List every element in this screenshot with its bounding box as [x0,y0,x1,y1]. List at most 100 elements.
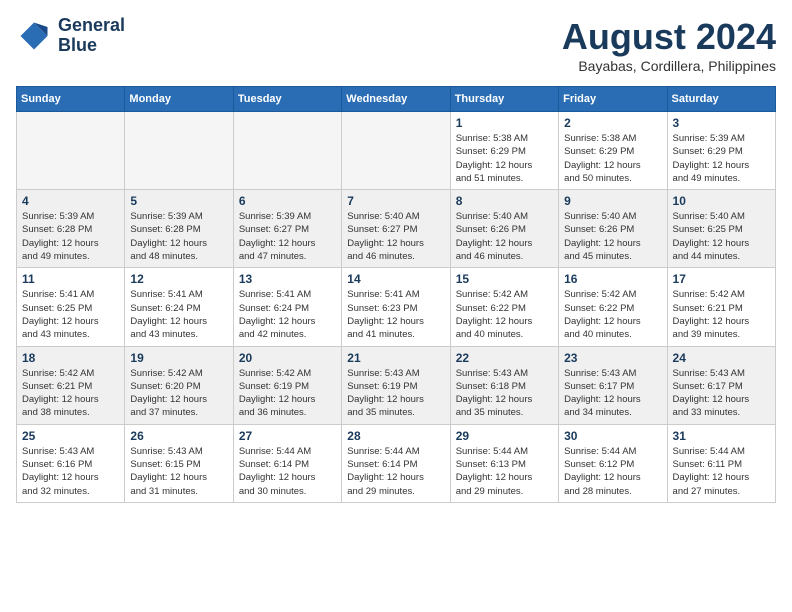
day-cell-8: 8 Sunrise: 5:40 AM Sunset: 6:26 PM Daylig… [450,190,558,268]
day-number: 22 [456,351,553,365]
day-number: 14 [347,272,444,286]
day-info: Sunrise: 5:40 AM Sunset: 6:26 PM Dayligh… [564,210,661,263]
logo: General Blue [16,16,125,56]
day-info: Sunrise: 5:42 AM Sunset: 6:21 PM Dayligh… [22,367,119,420]
day-info: Sunrise: 5:42 AM Sunset: 6:21 PM Dayligh… [673,288,770,341]
weekday-header-monday: Monday [125,87,233,112]
day-info: Sunrise: 5:44 AM Sunset: 6:14 PM Dayligh… [239,445,336,498]
day-info: Sunrise: 5:42 AM Sunset: 6:22 PM Dayligh… [564,288,661,341]
weekday-header-thursday: Thursday [450,87,558,112]
calendar-title: August 2024 [562,16,776,58]
day-info: Sunrise: 5:44 AM Sunset: 6:11 PM Dayligh… [673,445,770,498]
day-cell-10: 10Sunrise: 5:40 AM Sunset: 6:25 PM Dayli… [667,190,775,268]
empty-cell [233,112,341,190]
day-cell-7: 7 Sunrise: 5:40 AM Sunset: 6:27 PM Daylig… [342,190,450,268]
day-info: Sunrise: 5:39 AM Sunset: 6:28 PM Dayligh… [130,210,227,263]
day-cell-22: 22 Sunrise: 5:43 AM Sunset: 6:18 PM Dayli… [450,346,558,424]
day-number: 25 [22,429,119,443]
day-info: Sunrise: 5:39 AM Sunset: 6:28 PM Dayligh… [22,210,119,263]
day-number: 12 [130,272,227,286]
logo-icon [16,18,52,54]
weekday-header-friday: Friday [559,87,667,112]
day-info: Sunrise: 5:43 AM Sunset: 6:17 PM Dayligh… [673,367,770,420]
day-info: Sunrise: 5:41 AM Sunset: 6:25 PM Dayligh… [22,288,119,341]
day-info: Sunrise: 5:43 AM Sunset: 6:18 PM Dayligh… [456,367,553,420]
day-info: Sunrise: 5:40 AM Sunset: 6:27 PM Dayligh… [347,210,444,263]
day-info: Sunrise: 5:43 AM Sunset: 6:15 PM Dayligh… [130,445,227,498]
day-number: 21 [347,351,444,365]
day-info: Sunrise: 5:44 AM Sunset: 6:12 PM Dayligh… [564,445,661,498]
day-info: Sunrise: 5:40 AM Sunset: 6:25 PM Dayligh… [673,210,770,263]
day-number: 11 [22,272,119,286]
day-number: 19 [130,351,227,365]
day-cell-20: 20 Sunrise: 5:42 AM Sunset: 6:19 PM Dayli… [233,346,341,424]
day-info: Sunrise: 5:42 AM Sunset: 6:19 PM Dayligh… [239,367,336,420]
title-block: August 2024 Bayabas, Cordillera, Philipp… [562,16,776,74]
day-info: Sunrise: 5:42 AM Sunset: 6:20 PM Dayligh… [130,367,227,420]
day-cell-2: 2Sunrise: 5:38 AM Sunset: 6:29 PM Daylig… [559,112,667,190]
calendar-table: SundayMondayTuesdayWednesdayThursdayFrid… [16,86,776,503]
day-cell-5: 5 Sunrise: 5:39 AM Sunset: 6:28 PM Daylig… [125,190,233,268]
day-number: 31 [673,429,770,443]
day-cell-3: 3Sunrise: 5:39 AM Sunset: 6:29 PM Daylig… [667,112,775,190]
day-info: Sunrise: 5:41 AM Sunset: 6:24 PM Dayligh… [239,288,336,341]
day-cell-13: 13 Sunrise: 5:41 AM Sunset: 6:24 PM Dayli… [233,268,341,346]
day-number: 27 [239,429,336,443]
week-row-2: 11 Sunrise: 5:41 AM Sunset: 6:25 PM Dayli… [17,268,776,346]
day-number: 29 [456,429,553,443]
day-cell-18: 18 Sunrise: 5:42 AM Sunset: 6:21 PM Dayli… [17,346,125,424]
day-number: 15 [456,272,553,286]
day-number: 20 [239,351,336,365]
day-number: 18 [22,351,119,365]
day-number: 13 [239,272,336,286]
weekday-header-saturday: Saturday [667,87,775,112]
day-cell-26: 26Sunrise: 5:43 AM Sunset: 6:15 PM Dayli… [125,424,233,502]
day-cell-11: 11 Sunrise: 5:41 AM Sunset: 6:25 PM Dayli… [17,268,125,346]
week-row-3: 18 Sunrise: 5:42 AM Sunset: 6:21 PM Dayli… [17,346,776,424]
day-number: 9 [564,194,661,208]
day-number: 8 [456,194,553,208]
week-row-4: 25Sunrise: 5:43 AM Sunset: 6:16 PM Dayli… [17,424,776,502]
day-info: Sunrise: 5:39 AM Sunset: 6:27 PM Dayligh… [239,210,336,263]
day-info: Sunrise: 5:41 AM Sunset: 6:23 PM Dayligh… [347,288,444,341]
day-cell-15: 15Sunrise: 5:42 AM Sunset: 6:22 PM Dayli… [450,268,558,346]
day-info: Sunrise: 5:43 AM Sunset: 6:19 PM Dayligh… [347,367,444,420]
day-cell-14: 14 Sunrise: 5:41 AM Sunset: 6:23 PM Dayli… [342,268,450,346]
day-number: 7 [347,194,444,208]
empty-cell [342,112,450,190]
day-number: 16 [564,272,661,286]
day-number: 4 [22,194,119,208]
calendar-subtitle: Bayabas, Cordillera, Philippines [562,58,776,74]
day-cell-24: 24Sunrise: 5:43 AM Sunset: 6:17 PM Dayli… [667,346,775,424]
day-info: Sunrise: 5:43 AM Sunset: 6:17 PM Dayligh… [564,367,661,420]
weekday-header-row: SundayMondayTuesdayWednesdayThursdayFrid… [17,87,776,112]
day-number: 30 [564,429,661,443]
day-number: 17 [673,272,770,286]
day-info: Sunrise: 5:44 AM Sunset: 6:14 PM Dayligh… [347,445,444,498]
day-cell-6: 6 Sunrise: 5:39 AM Sunset: 6:27 PM Daylig… [233,190,341,268]
day-cell-1: 1Sunrise: 5:38 AM Sunset: 6:29 PM Daylig… [450,112,558,190]
day-info: Sunrise: 5:44 AM Sunset: 6:13 PM Dayligh… [456,445,553,498]
day-cell-19: 19 Sunrise: 5:42 AM Sunset: 6:20 PM Dayli… [125,346,233,424]
week-row-0: 1Sunrise: 5:38 AM Sunset: 6:29 PM Daylig… [17,112,776,190]
week-row-1: 4 Sunrise: 5:39 AM Sunset: 6:28 PM Daylig… [17,190,776,268]
day-info: Sunrise: 5:39 AM Sunset: 6:29 PM Dayligh… [673,132,770,185]
weekday-header-sunday: Sunday [17,87,125,112]
day-number: 5 [130,194,227,208]
day-cell-29: 29 Sunrise: 5:44 AM Sunset: 6:13 PM Dayli… [450,424,558,502]
day-info: Sunrise: 5:41 AM Sunset: 6:24 PM Dayligh… [130,288,227,341]
day-number: 23 [564,351,661,365]
day-cell-17: 17 Sunrise: 5:42 AM Sunset: 6:21 PM Dayli… [667,268,775,346]
day-info: Sunrise: 5:40 AM Sunset: 6:26 PM Dayligh… [456,210,553,263]
day-number: 6 [239,194,336,208]
day-cell-9: 9 Sunrise: 5:40 AM Sunset: 6:26 PM Daylig… [559,190,667,268]
day-cell-30: 30 Sunrise: 5:44 AM Sunset: 6:12 PM Dayli… [559,424,667,502]
day-cell-28: 28Sunrise: 5:44 AM Sunset: 6:14 PM Dayli… [342,424,450,502]
day-number: 1 [456,116,553,130]
day-cell-16: 16 Sunrise: 5:42 AM Sunset: 6:22 PM Dayli… [559,268,667,346]
day-cell-23: 23 Sunrise: 5:43 AM Sunset: 6:17 PM Dayli… [559,346,667,424]
day-cell-21: 21 Sunrise: 5:43 AM Sunset: 6:19 PM Dayli… [342,346,450,424]
empty-cell [125,112,233,190]
day-cell-27: 27 Sunrise: 5:44 AM Sunset: 6:14 PM Dayli… [233,424,341,502]
day-cell-12: 12 Sunrise: 5:41 AM Sunset: 6:24 PM Dayli… [125,268,233,346]
